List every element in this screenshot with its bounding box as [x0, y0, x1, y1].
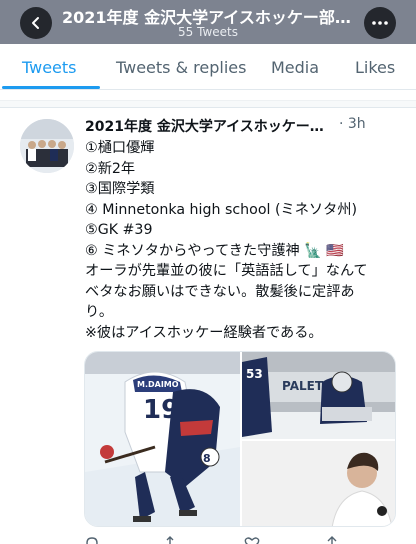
tweet-line: ⑤GK #39 — [85, 222, 153, 238]
svg-text:M.DAIMO: M.DAIMO — [137, 380, 179, 389]
tab-tweets[interactable]: Tweets — [22, 58, 77, 77]
tweet-line: オーラが先輩並の彼に「英語話して」なんて — [85, 263, 368, 279]
tab-likes[interactable]: Likes — [355, 58, 395, 77]
tweet-actions — [84, 533, 384, 544]
tweet-timestamp[interactable]: · 3h — [339, 116, 366, 132]
tab-tweets-replies[interactable]: Tweets & replies — [116, 58, 246, 77]
tweet-author-name[interactable]: 2021年度 金沢大学アイスホッケー部公式 — [85, 116, 337, 136]
chevron-left-icon — [32, 17, 39, 29]
active-tab-indicator — [2, 86, 100, 89]
avatar[interactable] — [20, 119, 74, 173]
hockey-action-photo: M.DAIMO 19 8 — [85, 352, 240, 526]
tab-media[interactable]: Media — [271, 58, 319, 77]
profile-tabs: Tweets Tweets & replies Media Likes — [0, 44, 416, 90]
svg-text:PALET: PALET — [282, 379, 324, 393]
tweet-line: ⑥ ミネソタからやってきた守護神 🗽 🇺🇸 — [85, 242, 345, 259]
team-photo-avatar — [20, 119, 74, 173]
media-photo-goalie[interactable]: PALET 53 — [242, 352, 395, 439]
svg-text:53: 53 — [246, 367, 263, 381]
tweet-line: ③国際学類 — [85, 181, 155, 197]
retweet-icon[interactable] — [164, 535, 182, 544]
goalie-photo: PALET 53 — [242, 352, 395, 439]
more-button[interactable] — [364, 7, 396, 39]
svg-text:8: 8 — [203, 452, 211, 465]
tweet-line: ※彼はアイスホッケー経験者である。 — [85, 324, 323, 341]
section-divider — [0, 100, 416, 108]
media-photo-game-action[interactable]: M.DAIMO 19 8 — [85, 352, 240, 526]
tweet-line: ①樋口優輝 — [85, 140, 155, 156]
tweet-line: り。 — [85, 304, 114, 320]
like-icon[interactable] — [244, 535, 260, 544]
reply-icon[interactable] — [84, 535, 100, 544]
more-icon — [372, 21, 388, 25]
share-icon[interactable] — [324, 535, 340, 544]
tweet-media-grid: M.DAIMO 19 8 PALET 53 — [84, 351, 396, 527]
media-photo-portrait[interactable] — [242, 441, 395, 526]
tweet-count: 55 Tweets — [178, 25, 238, 39]
tweet-line: ベタなお願いはできない。散髪後に定評あ — [85, 283, 355, 300]
tweet-text: ①樋口優輝 ②新2年 ③国際学類 ④ Minnetonka high schoo… — [85, 138, 401, 343]
profile-header: 2021年度 金沢大学アイスホッケー部公式 55 Tweets — [0, 0, 416, 44]
tweet-line: ④ Minnetonka high school (ミネソタ州) — [85, 201, 357, 218]
back-button[interactable] — [20, 7, 52, 39]
tweet-line: ②新2年 — [85, 160, 136, 177]
player-portrait-photo — [242, 441, 395, 526]
